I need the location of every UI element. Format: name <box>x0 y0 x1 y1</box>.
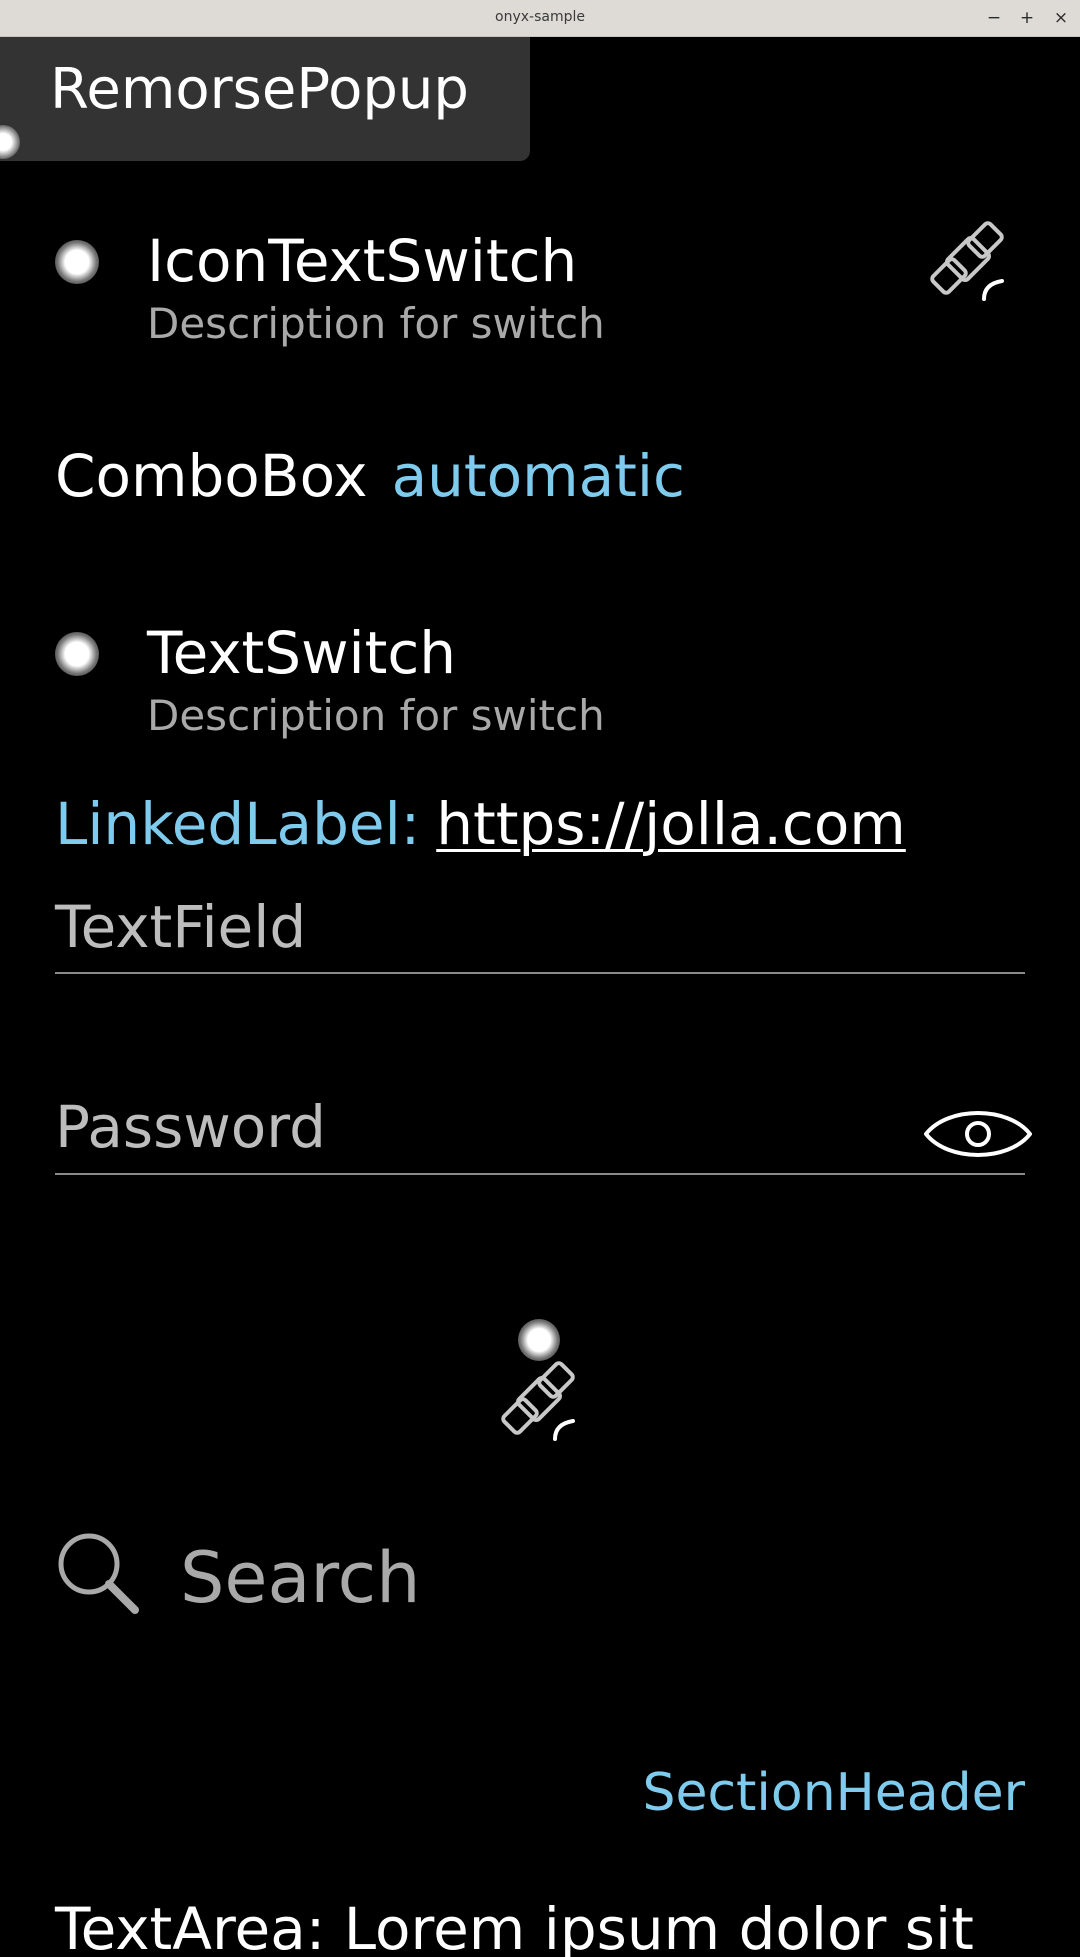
password-field-placeholder[interactable]: Password <box>55 1093 326 1161</box>
text-switch-description: Description for switch <box>147 691 605 740</box>
remorse-popup[interactable]: RemorsePopup <box>0 37 530 161</box>
switch-indicator[interactable] <box>55 240 99 284</box>
icon-text-switch-label: IconTextSwitch <box>147 227 578 295</box>
satellite-icon[interactable] <box>495 1357 585 1447</box>
minimize-button[interactable]: − <box>982 6 1006 30</box>
text-field-placeholder[interactable]: TextField <box>55 893 306 961</box>
text-area[interactable]: TextArea: Lorem ipsum dolor sit <box>55 1895 974 1957</box>
linked-label: LinkedLabel: https://jolla.com <box>55 790 906 858</box>
window-title: onyx-sample <box>495 9 585 25</box>
remorse-popup-label: RemorsePopup <box>50 57 469 122</box>
switch-indicator[interactable] <box>55 632 99 676</box>
busy-indicator <box>518 1319 560 1361</box>
eye-icon[interactable] <box>922 1103 1034 1165</box>
linked-label-prefix: LinkedLabel: <box>55 790 421 858</box>
close-button[interactable]: × <box>1049 6 1073 30</box>
linked-label-link[interactable]: https://jolla.com <box>436 790 906 858</box>
combo-box-value[interactable]: automatic <box>392 442 685 510</box>
search-icon <box>58 1533 139 1614</box>
password-field-underline <box>55 1173 1025 1175</box>
section-header: SectionHeader <box>642 1763 1025 1823</box>
search-input[interactable]: Search <box>180 1537 421 1619</box>
satellite-icon <box>930 221 1004 301</box>
text-switch-label: TextSwitch <box>147 619 457 687</box>
icon-text-switch-description: Description for switch <box>147 299 605 348</box>
maximize-button[interactable]: + <box>1015 6 1039 30</box>
combo-box-label: ComboBox <box>55 442 368 510</box>
window-titlebar: onyx-sample − + × <box>0 0 1080 37</box>
text-field-underline <box>55 972 1025 974</box>
app-content: RemorsePopup IconTextSwitch Description … <box>0 37 1080 1957</box>
